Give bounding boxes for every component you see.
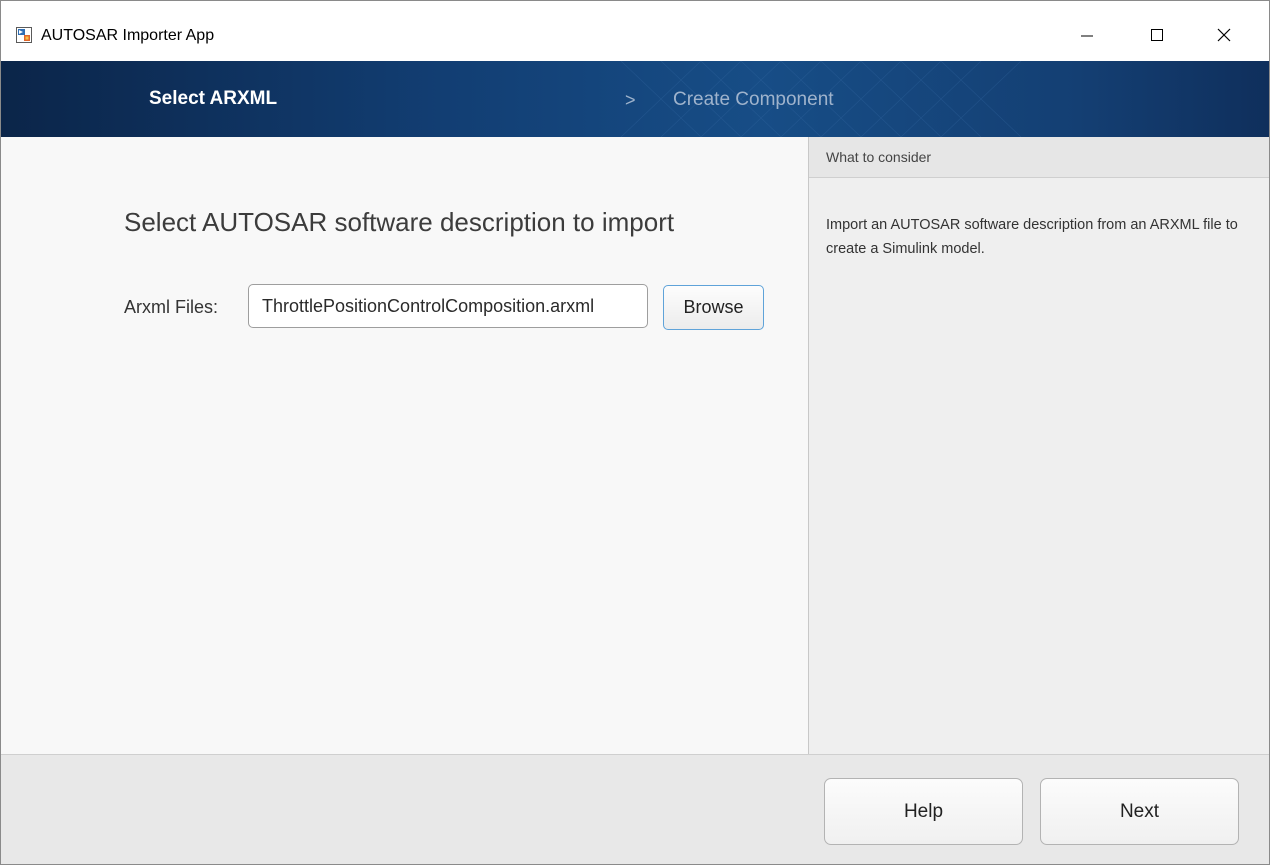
main-content: Select AUTOSAR software description to i… [1, 137, 808, 754]
minimize-button[interactable] [1064, 13, 1110, 57]
close-icon [1216, 27, 1232, 43]
step-select-arxml: Select ARXML [149, 88, 278, 109]
maximize-button[interactable] [1134, 13, 1180, 57]
side-panel-header: What to consider [809, 137, 1269, 178]
arxml-file-input[interactable] [248, 284, 648, 328]
what-to-consider-panel: What to consider Import an AUTOSAR softw… [809, 137, 1269, 754]
close-button[interactable] [1201, 13, 1247, 57]
app-window: AUTOSAR Importer App Select ARXML > Crea… [0, 0, 1270, 865]
help-button[interactable]: Help [824, 778, 1023, 845]
page-title: Select AUTOSAR software description to i… [124, 207, 675, 237]
minimize-icon [1079, 27, 1095, 43]
step-banner: Select ARXML > Create Component [1, 61, 1269, 137]
simulink-app-icon [16, 27, 32, 43]
window-title: AUTOSAR Importer App [41, 27, 215, 44]
title-bar[interactable]: AUTOSAR Importer App [1, 1, 1269, 61]
step-separator: > [625, 90, 636, 110]
step-create-component: Create Component [673, 89, 834, 110]
maximize-icon [1149, 27, 1165, 43]
side-panel-title: What to consider [826, 149, 932, 165]
footer-bar: Help Next [1, 755, 1269, 864]
side-panel-description: Import an AUTOSAR software description f… [826, 217, 1238, 257]
arxml-files-label: Arxml Files: [124, 297, 218, 317]
next-button[interactable]: Next [1040, 778, 1239, 845]
browse-button[interactable]: Browse [663, 285, 764, 330]
